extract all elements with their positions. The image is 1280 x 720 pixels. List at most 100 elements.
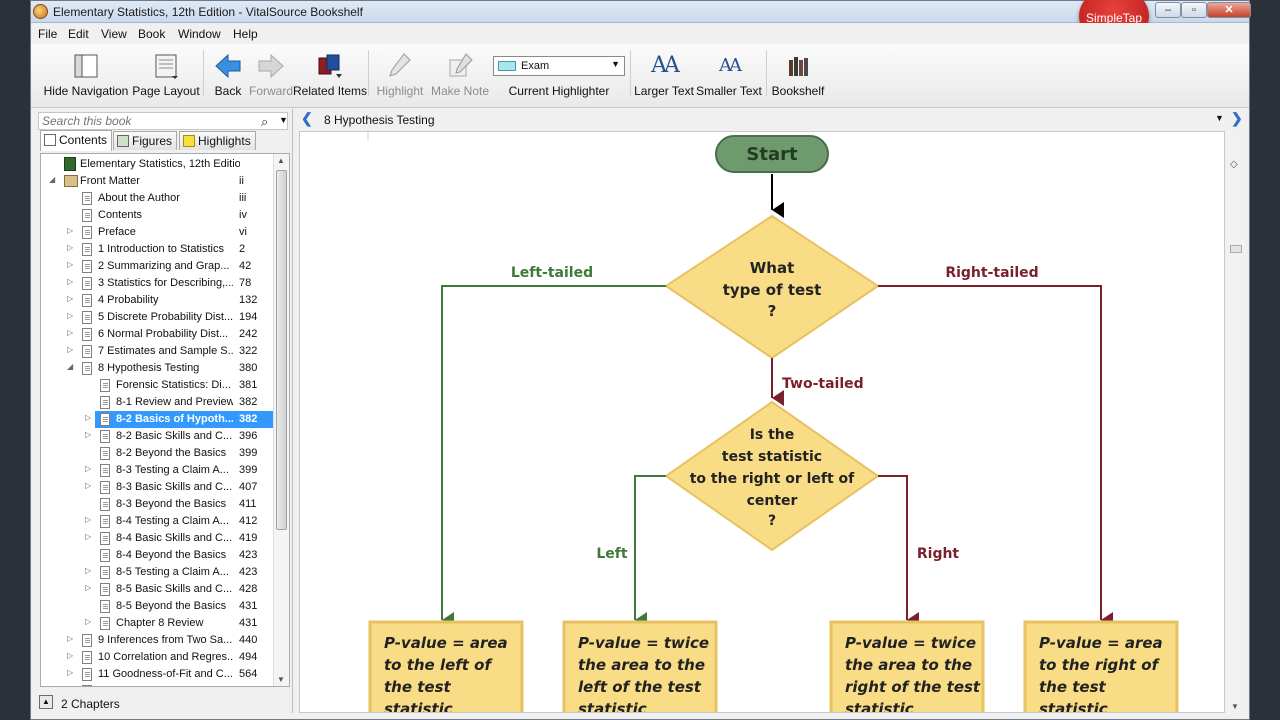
toc-item[interactable]: Elementary Statistics, 12th Edition [41,156,273,173]
expand-arrow-icon[interactable]: ▷ [85,617,91,626]
toc-item[interactable]: Contents iv [41,207,273,224]
expand-arrow-icon[interactable]: ▷ [67,226,73,235]
expand-arrow-icon[interactable]: ▷ [67,311,73,320]
toc-item-title: Front Matter [80,175,140,187]
expand-arrow-icon[interactable]: ▷ [85,566,91,575]
page-layout-label: Page Layout [132,84,200,98]
toc-item-page: 440 [239,634,258,646]
toc-item[interactable]: ▷ 8-3 Basic Skills and C... 407 [41,479,273,496]
toc-item-page: iv [239,209,247,221]
menu-book[interactable]: Book [138,27,165,41]
scroll-down-icon[interactable]: ▼ [277,675,285,684]
expand-arrow-icon[interactable]: ▷ [67,345,73,354]
highlight-button[interactable]: Highlight [371,46,429,104]
close-button[interactable]: ✕ [1207,2,1251,18]
toc-item[interactable]: ▷ 8-5 Testing a Claim A... 423 [41,564,273,581]
expand-arrow-icon[interactable]: ▷ [85,515,91,524]
maximize-button[interactable]: ▫ [1181,2,1207,18]
expand-arrow-icon[interactable]: ▷ [67,634,73,643]
expand-arrow-icon[interactable]: ▷ [67,294,73,303]
toc-item[interactable]: Forensic Statistics: Di... 381 [41,377,273,394]
expand-arrow-icon[interactable]: ▷ [85,413,91,422]
menu-file[interactable]: File [38,27,57,41]
expand-arrow-icon[interactable]: ▷ [67,668,73,677]
toc-item[interactable]: ▷ 9 Inferences from Two Sa... 440 [41,632,273,649]
previous-section-icon[interactable]: ❮ [301,110,313,127]
toc-item[interactable]: ▷ 8-4 Basic Skills and C... 419 [41,530,273,547]
page-layout-button[interactable]: Page Layout [131,46,201,104]
toc-item[interactable]: ▷ 8-2 Basic Skills and C... 396 [41,428,273,445]
tab-contents[interactable]: Contents [40,130,113,151]
toc-item-selected[interactable]: ▷ 8-2 Basics of Hypoth... 382 [41,411,273,428]
box1-line2: to the left of [384,656,493,674]
toc-item[interactable]: ▷ Preface vi [41,224,273,241]
expand-arrow-icon[interactable]: ▷ [85,583,91,592]
minimize-button[interactable]: – [1155,2,1181,18]
menu-view[interactable]: View [101,27,127,41]
toc-scrollbar[interactable]: ▲ ▼ [273,154,289,686]
toc-item[interactable]: 8-2 Beyond the Basics 399 [41,445,273,462]
related-items-button[interactable]: Related Items [293,46,367,104]
larger-text-button[interactable]: AA Larger Text [633,46,695,104]
forward-button[interactable]: Forward [243,46,299,104]
toc-item[interactable]: 8-4 Beyond the Basics 423 [41,547,273,564]
toc-item[interactable]: ▷ 7 Estimates and Sample S... 322 [41,343,273,360]
expand-arrow-icon[interactable]: ▷ [85,430,91,439]
next-section-icon[interactable]: ❯ [1231,110,1243,127]
page-scroll-thumb[interactable] [1230,245,1242,253]
collapse-arrow-icon[interactable]: ◢ [67,362,73,371]
toc-item[interactable]: 8-5 Beyond the Basics 431 [41,598,273,615]
expand-arrow-icon[interactable]: ▷ [85,532,91,541]
expand-arrow-icon[interactable]: ▷ [85,464,91,473]
expand-arrow-icon[interactable]: ▷ [67,243,73,252]
expand-arrow-icon[interactable]: ▷ [67,651,73,660]
expand-arrow-icon[interactable]: ▷ [67,685,73,686]
toc-item[interactable]: ▷ 4 Probability 132 [41,292,273,309]
toc-item[interactable]: ▷ 8-4 Testing a Claim A... 412 [41,513,273,530]
toc-item[interactable]: ▷ 8-3 Testing a Claim A... 399 [41,462,273,479]
expand-arrow-icon[interactable]: ▷ [85,481,91,490]
toc-item[interactable]: ▷ 12 Analysis of Variance 598 [41,683,273,686]
scroll-up-icon[interactable]: ▲ [277,156,285,165]
section-dropdown-chevron-icon[interactable]: ▼ [1215,113,1224,123]
menu-help[interactable]: Help [233,27,258,41]
collapse-arrow-icon[interactable]: ◢ [49,175,55,184]
toc-item[interactable]: ▷ 1 Introduction to Statistics 2 [41,241,273,258]
page-scrollbar[interactable]: ◇ ▼ [1227,131,1245,713]
hide-navigation-icon [74,54,98,78]
toc-item[interactable]: About the Author iii [41,190,273,207]
toc-item[interactable]: ▷ 2 Summarizing and Grap... 42 [41,258,273,275]
bookshelf-button[interactable]: Bookshelf [769,46,827,104]
search-input[interactable] [42,114,252,128]
toc-item[interactable]: ▷ 3 Statistics for Describing,... 78 [41,275,273,292]
left-tailed-path [441,285,666,628]
toc-item[interactable]: ▷ 10 Correlation and Regres... 494 [41,649,273,666]
toc-item[interactable]: ▷ 5 Discrete Probability Dist... 194 [41,309,273,326]
toc-item[interactable]: ◢ Front Matter ii [41,173,273,190]
chevron-up-icon[interactable]: ▲ [39,695,53,709]
toc-item[interactable]: ▷ 6 Normal Probability Dist... 242 [41,326,273,343]
page-scroll-marker-icon[interactable]: ◇ [1230,159,1238,170]
toc-item[interactable]: ▷ 8-5 Basic Skills and C... 428 [41,581,273,598]
toc-item[interactable]: 8-1 Review and Preview 382 [41,394,273,411]
search-icon[interactable]: ⌕ [261,114,268,130]
toc-item[interactable]: ◢ 8 Hypothesis Testing 380 [41,360,273,377]
page-icon [82,226,92,239]
expand-arrow-icon[interactable]: ▷ [67,328,73,337]
smaller-text-button[interactable]: AA Smaller Text [695,46,763,104]
tab-highlights[interactable]: Highlights [179,131,256,150]
search-options-chevron-icon[interactable]: ▼ [279,115,288,125]
forward-arrow-icon [258,53,284,79]
menu-edit[interactable]: Edit [68,27,89,41]
toc-item[interactable]: ▷ 11 Goodness-of-Fit and C... 564 [41,666,273,683]
scroll-down-icon[interactable]: ▼ [1231,702,1239,711]
make-note-button[interactable]: Make Note [427,46,493,104]
hide-navigation-button[interactable]: Hide Navigation [41,46,131,104]
expand-arrow-icon[interactable]: ▷ [67,277,73,286]
menu-window[interactable]: Window [178,27,221,41]
toc-item[interactable]: 8-3 Beyond the Basics 411 [41,496,273,513]
expand-arrow-icon[interactable]: ▷ [67,260,73,269]
toc-item[interactable]: ▷ Chapter 8 Review 431 [41,615,273,632]
toc-scrollbar-thumb[interactable] [276,170,287,530]
tab-figures[interactable]: Figures [113,131,178,150]
